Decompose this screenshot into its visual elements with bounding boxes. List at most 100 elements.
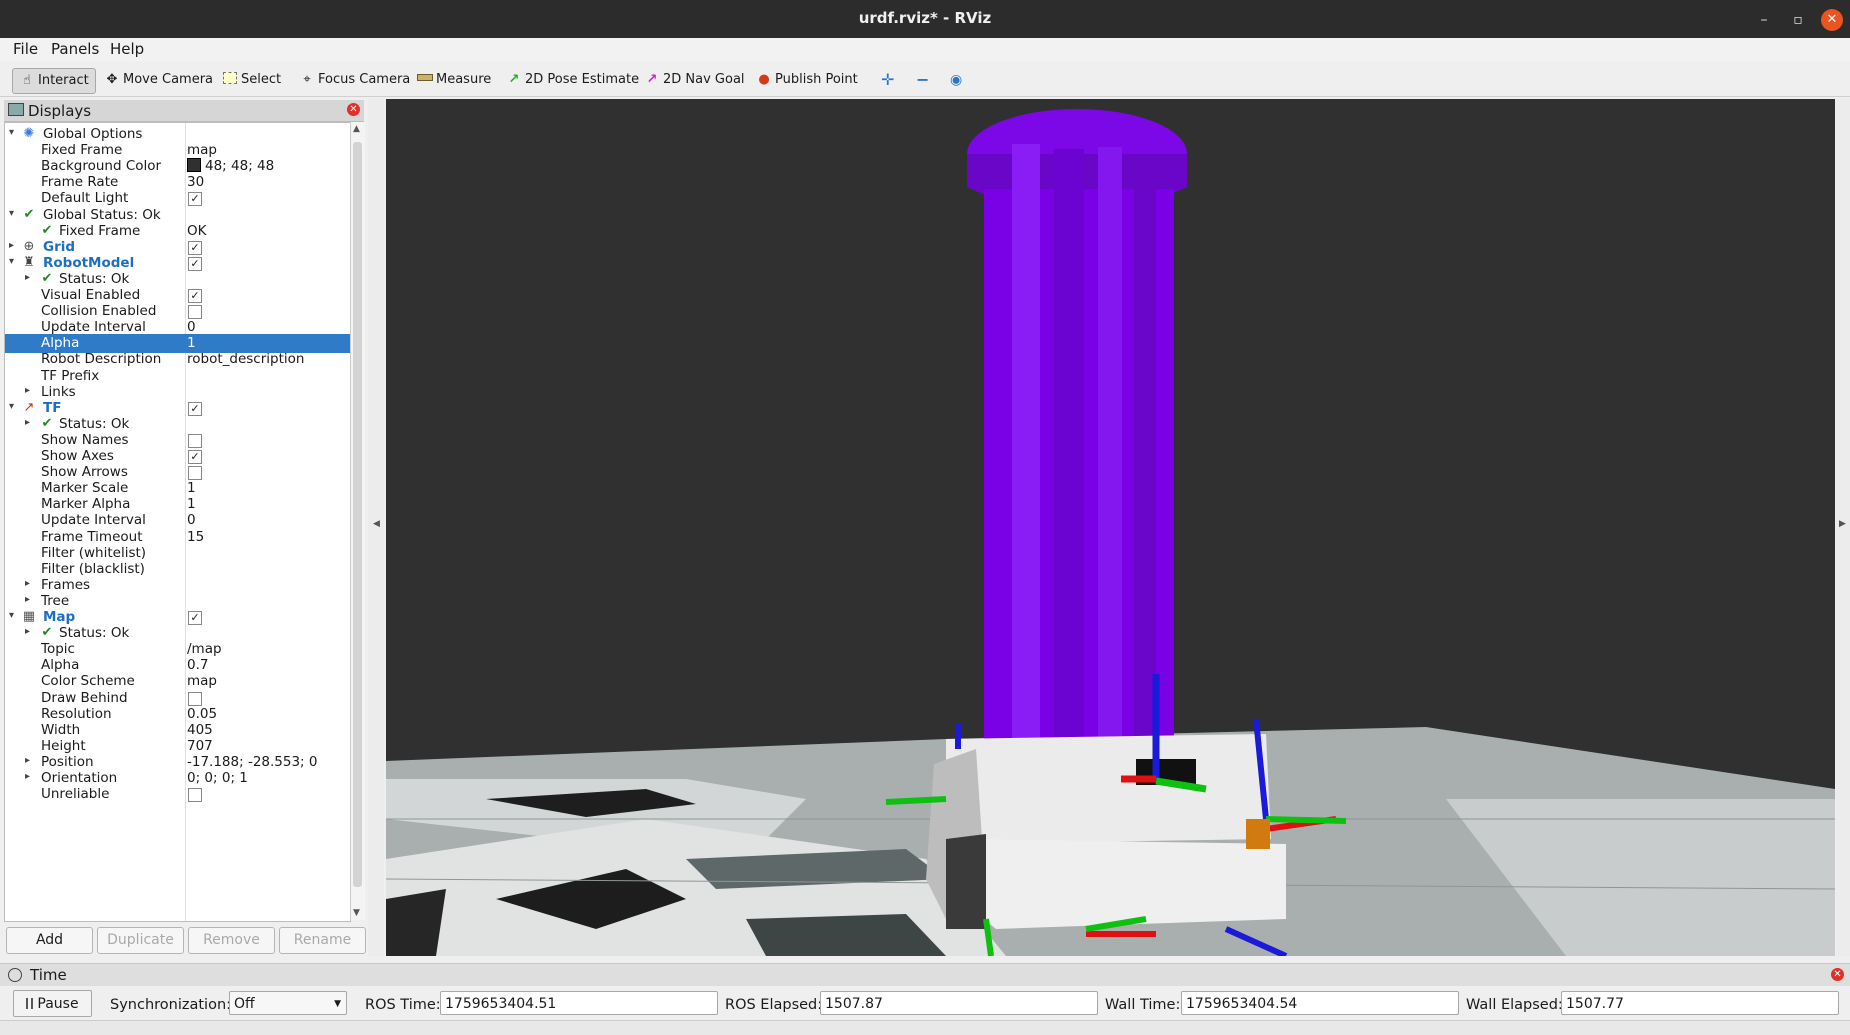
checkbox-unchecked[interactable] [188, 788, 202, 803]
left-splitter[interactable]: ◀ [368, 99, 384, 956]
expand-right-icon[interactable]: ▸ [25, 385, 35, 396]
property-value[interactable]: 1 [187, 480, 196, 496]
minimize-icon[interactable]: – [1753, 9, 1775, 31]
property-value-cell[interactable]: 405 [187, 722, 213, 738]
expand-down-icon[interactable]: ▾ [9, 256, 19, 267]
sync-select[interactable]: Off ▼ [229, 991, 347, 1015]
close-panel-icon[interactable]: ✕ [347, 103, 360, 116]
property-value[interactable]: 0; 0; 0; 1 [187, 770, 248, 786]
property-value-cell[interactable]: 1 [187, 480, 196, 496]
property-value[interactable]: 0 [187, 319, 196, 335]
right-splitter[interactable]: ▶ [1836, 99, 1850, 956]
render-viewport[interactable] [386, 99, 1835, 956]
focus-camera-tool-button[interactable]: ⌖ Focus Camera [299, 68, 410, 92]
property-value-cell[interactable]: map [187, 142, 217, 158]
add-tool-icon[interactable]: ✛ [881, 68, 894, 92]
publish-point-tool-button[interactable]: ● Publish Point [756, 68, 857, 92]
property-value-cell[interactable]: -17.188; -28.553; 0 [187, 754, 318, 770]
pause-button[interactable]: Pause [13, 990, 92, 1017]
pose-estimate-tool-button[interactable]: ↗ 2D Pose Estimate [506, 68, 640, 92]
expand-down-icon[interactable]: ▾ [9, 127, 19, 138]
property-value[interactable]: 0.05 [187, 706, 217, 722]
checkbox-unchecked[interactable] [188, 305, 202, 320]
ros-time-field[interactable]: 1759653404.51 [440, 991, 718, 1015]
select-tool-button[interactable]: Select [222, 68, 281, 92]
expand-down-icon[interactable]: ▾ [9, 610, 19, 621]
add-display-button[interactable]: Add [6, 927, 93, 954]
property-value[interactable]: 0 [187, 512, 196, 528]
interact-tool-button[interactable]: ☝ Interact [12, 68, 96, 94]
checkbox-checked[interactable]: ✓ [188, 289, 202, 303]
nav-goal-tool-button[interactable]: ↗ 2D Nav Goal [644, 68, 745, 92]
displays-scrollbar[interactable]: ▲ ▼ [350, 122, 365, 920]
property-value-cell[interactable]: OK [187, 223, 206, 239]
property-value[interactable]: 707 [187, 738, 213, 754]
property-value-cell[interactable]: 30 [187, 174, 204, 190]
scroll-up-icon[interactable]: ▲ [353, 124, 360, 134]
wall-time-field[interactable]: 1759653404.54 [1181, 991, 1459, 1015]
expand-right-icon[interactable]: ▸ [25, 771, 35, 782]
property-value-cell[interactable]: 0.05 [187, 706, 217, 722]
property-value[interactable]: OK [187, 223, 206, 239]
checkbox-checked[interactable]: ✓ [188, 256, 202, 271]
property-value[interactable]: robot_description [187, 351, 304, 367]
property-value[interactable]: 405 [187, 722, 213, 738]
property-value[interactable]: -17.188; -28.553; 0 [187, 754, 318, 770]
property-value[interactable]: 30 [187, 174, 204, 190]
property-value-cell[interactable]: 15 [187, 529, 204, 545]
displays-tree[interactable]: ▾ ✺ Global Options Fixed Frame map Background… [4, 122, 351, 922]
remove-tool-icon[interactable]: − [916, 68, 929, 92]
property-value-cell[interactable]: 707 [187, 738, 213, 754]
expand-right-icon[interactable]: ▸ [25, 417, 35, 428]
property-value[interactable]: /map [187, 641, 222, 657]
view-eye-icon[interactable]: ◉ [950, 68, 962, 92]
property-value-cell[interactable]: 0.7 [187, 657, 208, 673]
close-time-panel-icon[interactable]: ✕ [1831, 968, 1844, 981]
expand-right-icon[interactable]: ▸ [9, 240, 19, 251]
menu-panels[interactable]: Panels [51, 40, 99, 58]
ros-elapsed-field[interactable]: 1507.87 [820, 991, 1098, 1015]
checkbox-checked[interactable]: ✓ [188, 611, 202, 625]
expand-right-icon[interactable]: ▸ [25, 626, 35, 637]
property-value[interactable]: 1 [187, 496, 196, 512]
scrollbar-thumb[interactable] [353, 142, 362, 887]
property-value-cell[interactable]: 0 [187, 319, 196, 335]
property-value-cell[interactable]: 0; 0; 0; 1 [187, 770, 248, 786]
expand-right-icon[interactable]: ▸ [25, 578, 35, 589]
property-value-cell[interactable]: 1 [187, 335, 196, 351]
close-icon[interactable]: ✕ [1821, 9, 1843, 31]
property-value[interactable]: 15 [187, 529, 204, 545]
checkbox-checked[interactable]: ✓ [188, 401, 202, 416]
remove-display-button[interactable]: Remove [188, 927, 275, 954]
property-value[interactable]: map [187, 142, 217, 158]
menu-file[interactable]: File [13, 40, 38, 58]
checkbox-unchecked[interactable] [188, 691, 202, 706]
measure-tool-button[interactable]: Measure [417, 68, 491, 92]
property-value-cell[interactable]: /map [187, 641, 222, 657]
wall-elapsed-field[interactable]: 1507.77 [1561, 991, 1839, 1015]
property-value-cell[interactable]: 0 [187, 512, 196, 528]
property-value-cell[interactable]: 1 [187, 496, 196, 512]
checkbox-unchecked[interactable] [188, 433, 202, 448]
expand-down-icon[interactable]: ▾ [9, 208, 19, 219]
property-value[interactable]: map [187, 673, 217, 689]
display-property-row[interactable]: Unreliable [5, 785, 350, 804]
property-value-cell[interactable]: 48; 48; 48 [187, 158, 274, 174]
rename-display-button[interactable]: Rename [279, 927, 366, 954]
move-camera-tool-button[interactable]: ✥ Move Camera [104, 68, 213, 92]
collapse-left-icon[interactable]: ◀ [373, 519, 380, 529]
expand-right-icon[interactable]: ▸ [25, 272, 35, 283]
maximize-icon[interactable]: ▫ [1787, 9, 1809, 31]
property-value[interactable]: 0.7 [187, 657, 208, 673]
checkbox-unchecked[interactable] [188, 466, 202, 481]
expand-down-icon[interactable]: ▾ [9, 401, 19, 412]
collapse-right-icon[interactable]: ▶ [1839, 519, 1846, 529]
checkbox-checked[interactable]: ✓ [188, 450, 202, 464]
scroll-down-icon[interactable]: ▼ [353, 908, 360, 918]
duplicate-display-button[interactable]: Duplicate [97, 927, 184, 954]
property-value-cell[interactable]: map [187, 673, 217, 689]
expand-right-icon[interactable]: ▸ [25, 755, 35, 766]
expand-right-icon[interactable]: ▸ [25, 594, 35, 605]
checkbox-checked[interactable]: ✓ [188, 192, 202, 207]
property-value-cell[interactable]: robot_description [187, 351, 304, 367]
